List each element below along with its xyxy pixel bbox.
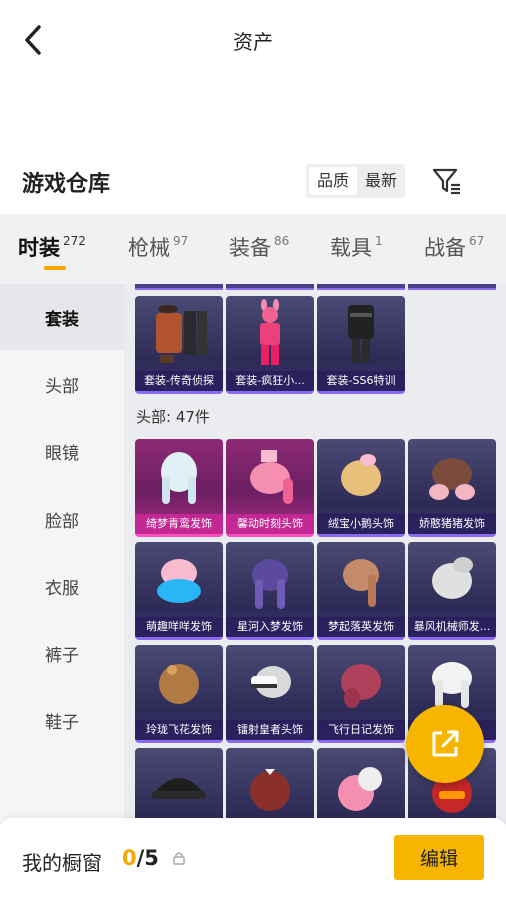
filter-icon xyxy=(432,168,460,195)
tab-weapons[interactable]: 枪械 97 xyxy=(128,232,188,262)
item-name: 绒宝小鹅头饰 xyxy=(317,514,405,534)
page-title: 资产 xyxy=(233,30,273,54)
sidebar-item-outfit-set[interactable]: 套装 xyxy=(0,284,124,350)
tab-label: 装备 xyxy=(229,236,271,260)
active-tab-indicator xyxy=(44,266,66,270)
subcategory-sidebar: 套装 头部 眼镜 脸部 衣服 裤子 鞋子 xyxy=(0,284,124,824)
hair-accessory-image xyxy=(135,542,223,618)
showcase-total: /5 xyxy=(136,846,159,870)
item-card[interactable]: 套装-疯狂小... xyxy=(226,296,314,394)
hair-accessory-image xyxy=(408,439,496,515)
item-name: 镭射皇者头饰 xyxy=(226,720,314,740)
detective-outfit-image xyxy=(135,296,223,372)
item-card[interactable]: 暴风机械师发... xyxy=(408,542,496,640)
tab-equipment[interactable]: 装备 86 xyxy=(229,232,289,262)
sort-toggle: 品质 最新 xyxy=(306,164,406,198)
item-card[interactable]: 绒宝小鹅头饰 xyxy=(317,439,405,537)
edit-button[interactable]: 编辑 xyxy=(394,835,484,880)
tab-count: 97 xyxy=(173,234,189,248)
showcase-count: 0/5 xyxy=(122,846,159,870)
item-card[interactable]: 梦起落英发饰 xyxy=(317,542,405,640)
item-card[interactable]: 星河入梦发饰 xyxy=(226,542,314,640)
lock-icon xyxy=(173,852,185,865)
category-tabs: 时装 272 枪械 97 装备 86 载具 1 战备 67 xyxy=(0,214,506,284)
filter-button[interactable] xyxy=(430,164,464,198)
partial-item-card xyxy=(226,284,314,290)
item-card[interactable] xyxy=(135,748,223,824)
item-card[interactable]: 镭射皇者头饰 xyxy=(226,645,314,743)
item-card[interactable]: 娇憨猪猪发饰 xyxy=(408,439,496,537)
item-card[interactable]: 馨动时刻头饰 xyxy=(226,439,314,537)
sidebar-item-face[interactable]: 脸部 xyxy=(0,486,124,552)
sort-option-newest[interactable]: 最新 xyxy=(357,164,405,198)
hair-accessory-image xyxy=(135,439,223,515)
hair-accessory-image xyxy=(226,748,314,824)
ss6-outfit-image xyxy=(317,296,405,372)
tab-label: 载具 xyxy=(330,236,372,260)
sidebar-item-glasses[interactable]: 眼镜 xyxy=(0,418,124,484)
tab-label: 时装 xyxy=(18,236,60,260)
hair-accessory-image xyxy=(317,645,405,721)
hair-accessory-image xyxy=(226,542,314,618)
item-card[interactable]: 套装-SS6特训 xyxy=(317,296,405,394)
sidebar-item-pants[interactable]: 裤子 xyxy=(0,620,124,686)
sidebar-item-head[interactable]: 头部 xyxy=(0,351,124,417)
hair-accessory-image xyxy=(135,645,223,721)
hair-accessory-image xyxy=(226,439,314,515)
item-name: 星河入梦发饰 xyxy=(226,617,314,637)
group-heading: 头部: 47件 xyxy=(136,408,210,426)
item-name: 套装-传奇侦探 xyxy=(135,371,223,391)
share-icon xyxy=(432,730,459,757)
item-name: 馨动时刻头饰 xyxy=(226,514,314,534)
cap-image xyxy=(135,748,223,824)
tab-label: 枪械 xyxy=(128,236,170,260)
sidebar-item-shoes[interactable]: 鞋子 xyxy=(0,687,124,753)
item-name: 飞行日记发饰 xyxy=(317,720,405,740)
item-card[interactable]: 飞行日记发饰 xyxy=(317,645,405,743)
item-card[interactable]: 套装-传奇侦探 xyxy=(135,296,223,394)
sidebar-item-clothes[interactable]: 衣服 xyxy=(0,553,124,619)
hair-accessory-image xyxy=(408,542,496,618)
item-name: 暴风机械师发... xyxy=(408,617,496,637)
item-name: 玲珑飞花发饰 xyxy=(135,720,223,740)
hair-accessory-image xyxy=(317,542,405,618)
item-name: 套装-SS6特训 xyxy=(317,371,405,391)
sort-option-quality[interactable]: 品质 xyxy=(309,167,358,195)
share-button[interactable] xyxy=(406,705,484,783)
tab-vehicles[interactable]: 载具 1 xyxy=(330,232,383,262)
bottom-bar: 我的橱窗 0/5 编辑 xyxy=(0,818,506,897)
partial-item-card xyxy=(408,284,496,290)
section-title: 游戏仓库 xyxy=(22,172,111,197)
tab-count: 272 xyxy=(63,234,86,248)
item-card[interactable]: 绮梦青鸾发饰 xyxy=(135,439,223,537)
hair-accessory-image xyxy=(317,439,405,515)
item-name: 梦起落英发饰 xyxy=(317,617,405,637)
showcase-current: 0 xyxy=(122,846,137,870)
tab-count: 67 xyxy=(469,234,485,248)
pink-bunny-outfit-image xyxy=(226,296,314,372)
tab-label: 战备 xyxy=(424,236,466,260)
tab-outfit[interactable]: 时装 272 xyxy=(18,232,86,262)
tab-battle-gear[interactable]: 战备 67 xyxy=(424,232,484,262)
partial-item-card xyxy=(317,284,405,290)
item-card[interactable] xyxy=(317,748,405,824)
item-name: 套装-疯狂小... xyxy=(226,371,314,391)
item-name: 绮梦青鸾发饰 xyxy=(135,514,223,534)
showcase-label: 我的橱窗 xyxy=(22,851,102,875)
item-card[interactable]: 萌趣咩咩发饰 xyxy=(135,542,223,640)
item-card[interactable] xyxy=(226,748,314,824)
top-bar: 资产 xyxy=(0,0,506,80)
partial-item-card xyxy=(135,284,223,290)
hair-accessory-image xyxy=(226,645,314,721)
tab-count: 86 xyxy=(274,234,290,248)
item-name: 娇憨猪猪发饰 xyxy=(408,514,496,534)
item-card[interactable]: 玲珑飞花发饰 xyxy=(135,645,223,743)
item-name: 萌趣咩咩发饰 xyxy=(135,617,223,637)
tab-count: 1 xyxy=(375,234,383,248)
hair-accessory-image xyxy=(317,748,405,824)
